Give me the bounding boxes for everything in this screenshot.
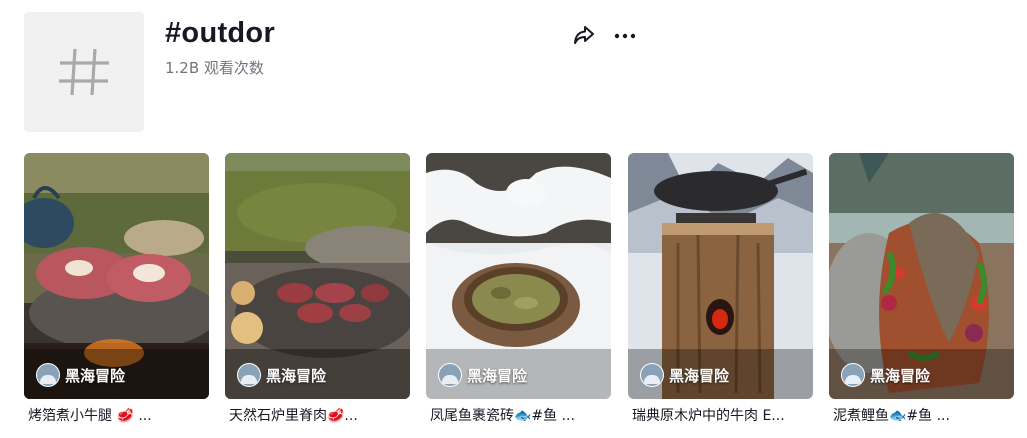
video-author[interactable]: 黑海冒险 — [438, 363, 527, 387]
video-caption[interactable]: 凤尾鱼裹瓷砖🐟#鱼 ... — [430, 405, 610, 425]
author-avatar — [841, 363, 865, 387]
video-thumbnail[interactable]: 黑海冒险 — [829, 153, 1014, 399]
tag-avatar — [24, 12, 144, 132]
video-author[interactable]: 黑海冒险 — [841, 363, 930, 387]
video-author[interactable]: 黑海冒险 — [237, 363, 326, 387]
author-name: 黑海冒险 — [870, 366, 931, 385]
video-thumbnail[interactable]: 黑海冒险 — [225, 153, 410, 399]
video-caption[interactable]: 天然石炉里脊肉🥩... — [229, 405, 409, 425]
video-card[interactable]: 黑海冒险 烤箔煮小牛腿 🥩 ... — [24, 153, 209, 433]
video-card[interactable]: 黑海冒险 泥煮鲤鱼🐟#鱼 ... — [829, 153, 1014, 433]
author-avatar — [438, 363, 462, 387]
more-horizontal-icon[interactable] — [612, 23, 638, 49]
author-avatar — [237, 363, 261, 387]
video-caption[interactable]: 瑞典原木炉中的牛肉 E... — [632, 405, 812, 425]
author-name: 黑海冒险 — [467, 366, 528, 385]
video-grid: 黑海冒险 烤箔煮小牛腿 🥩 ... 黑海冒险 天然石炉里脊肉🥩... 黑海冒险 … — [24, 153, 1014, 433]
video-thumbnail[interactable]: 黑海冒险 — [24, 153, 209, 399]
share-icon[interactable] — [571, 22, 597, 48]
author-name: 黑海冒险 — [669, 366, 730, 385]
video-caption[interactable]: 泥煮鲤鱼🐟#鱼 ... — [833, 405, 1013, 425]
tag-view-count: 1.2B 观看次数 — [165, 59, 264, 77]
tag-header: #outdor 1.2B 观看次数 — [24, 12, 1004, 134]
video-card[interactable]: 黑海冒险 凤尾鱼裹瓷砖🐟#鱼 ... — [426, 153, 611, 433]
author-avatar — [36, 363, 60, 387]
tag-title: #outdor — [165, 17, 276, 49]
video-thumbnail[interactable]: 黑海冒险 — [426, 153, 611, 399]
video-caption[interactable]: 烤箔煮小牛腿 🥩 ... — [28, 405, 208, 425]
author-name: 黑海冒险 — [65, 366, 126, 385]
hashtag-icon — [59, 48, 109, 96]
video-card[interactable]: 黑海冒险 天然石炉里脊肉🥩... — [225, 153, 410, 433]
author-name: 黑海冒险 — [266, 366, 327, 385]
video-author[interactable]: 黑海冒险 — [640, 363, 729, 387]
video-thumbnail[interactable]: 黑海冒险 — [628, 153, 813, 399]
video-author[interactable]: 黑海冒险 — [36, 363, 125, 387]
author-avatar — [640, 363, 664, 387]
video-card[interactable]: 黑海冒险 瑞典原木炉中的牛肉 E... — [628, 153, 813, 433]
